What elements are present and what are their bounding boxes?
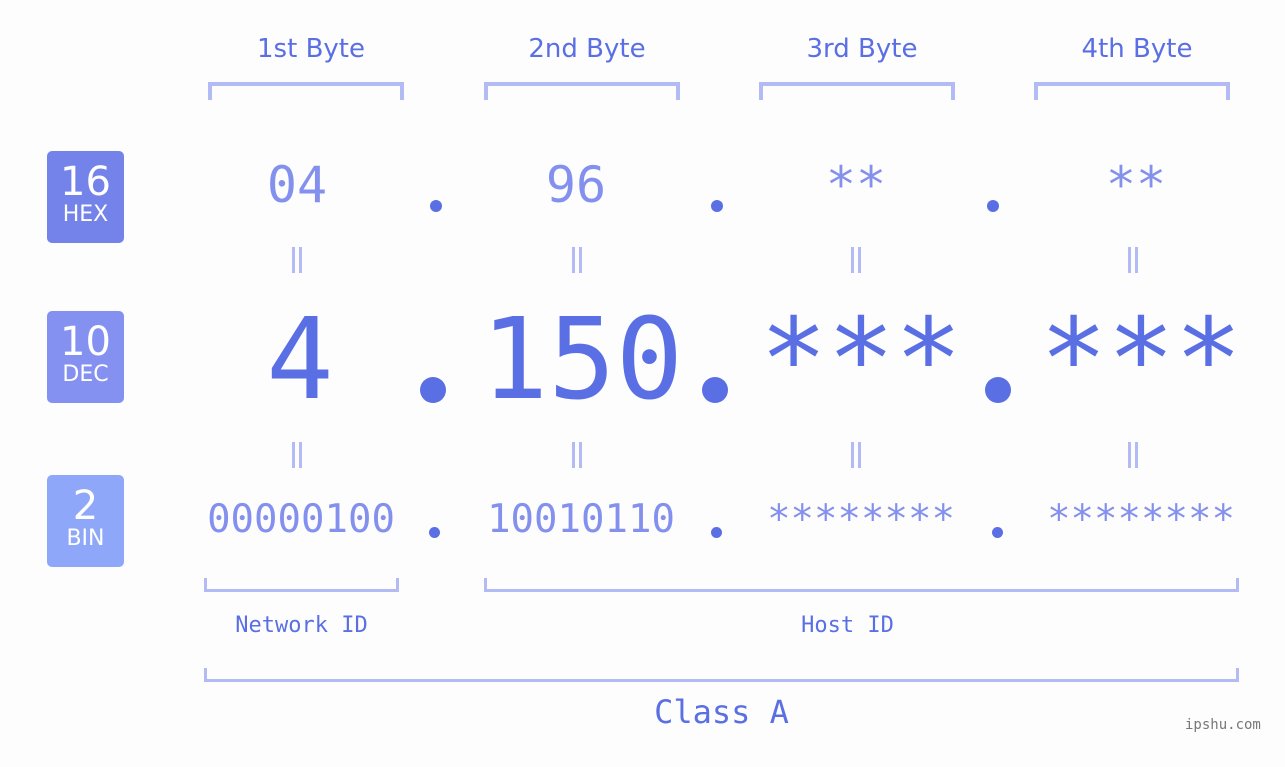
equals-icon xyxy=(1128,442,1138,468)
hex-separator-dot xyxy=(711,200,723,212)
dec-badge-number: 10 xyxy=(60,319,111,365)
dec-separator-dot xyxy=(985,377,1011,403)
network-id-label: Network ID xyxy=(235,613,368,638)
bin-byte-1: 00000100 xyxy=(207,497,395,542)
bin-badge-label: BIN xyxy=(66,526,105,551)
hex-badge: 16 HEX xyxy=(47,151,124,243)
dec-byte-3: *** xyxy=(759,295,963,425)
byte-bracket-3 xyxy=(759,82,955,100)
class-label: Class A xyxy=(654,693,789,731)
equals-icon xyxy=(572,442,582,468)
byte-bracket-2 xyxy=(484,82,680,100)
byte-bracket-4 xyxy=(1034,82,1230,100)
equals-icon xyxy=(851,247,861,273)
hex-byte-2: 96 xyxy=(545,156,607,214)
dec-byte-4: *** xyxy=(1039,295,1243,425)
hex-badge-label: HEX xyxy=(62,202,109,227)
dec-badge: 10 DEC xyxy=(47,311,124,403)
byte-header-4: 4th Byte xyxy=(1081,34,1193,64)
hex-byte-1: 04 xyxy=(266,156,328,214)
bin-badge-number: 2 xyxy=(72,483,99,529)
host-id-bracket xyxy=(484,578,1239,592)
byte-header-3: 3rd Byte xyxy=(806,34,918,64)
equals-icon xyxy=(292,442,302,468)
bin-badge: 2 BIN xyxy=(47,475,124,567)
dec-separator-dot xyxy=(702,377,728,403)
dec-badge-label: DEC xyxy=(62,362,109,387)
byte-bracket-1 xyxy=(208,82,404,100)
equals-icon xyxy=(1128,247,1138,273)
hex-byte-3: ** xyxy=(825,156,887,214)
dec-byte-2: 150 xyxy=(480,295,684,425)
byte-header-1: 1st Byte xyxy=(257,34,365,64)
dec-separator-dot xyxy=(420,377,446,403)
watermark: ipshu.com xyxy=(1185,717,1261,733)
bin-separator-dot xyxy=(992,527,1003,538)
equals-icon xyxy=(292,247,302,273)
bin-byte-3: ******** xyxy=(767,497,955,542)
bin-byte-4: ******** xyxy=(1047,497,1235,542)
hex-badge-number: 16 xyxy=(60,159,111,205)
bin-byte-2: 10010110 xyxy=(487,497,675,542)
hex-separator-dot xyxy=(987,200,999,212)
equals-icon xyxy=(851,442,861,468)
host-id-label: Host ID xyxy=(801,613,894,638)
bin-separator-dot xyxy=(429,527,440,538)
hex-byte-4: ** xyxy=(1105,156,1167,214)
class-bracket xyxy=(204,668,1239,682)
hex-separator-dot xyxy=(430,200,442,212)
bin-separator-dot xyxy=(711,527,722,538)
dec-byte-1: 4 xyxy=(266,295,334,425)
network-id-bracket xyxy=(204,578,399,592)
equals-icon xyxy=(572,247,582,273)
byte-header-2: 2nd Byte xyxy=(528,34,646,64)
